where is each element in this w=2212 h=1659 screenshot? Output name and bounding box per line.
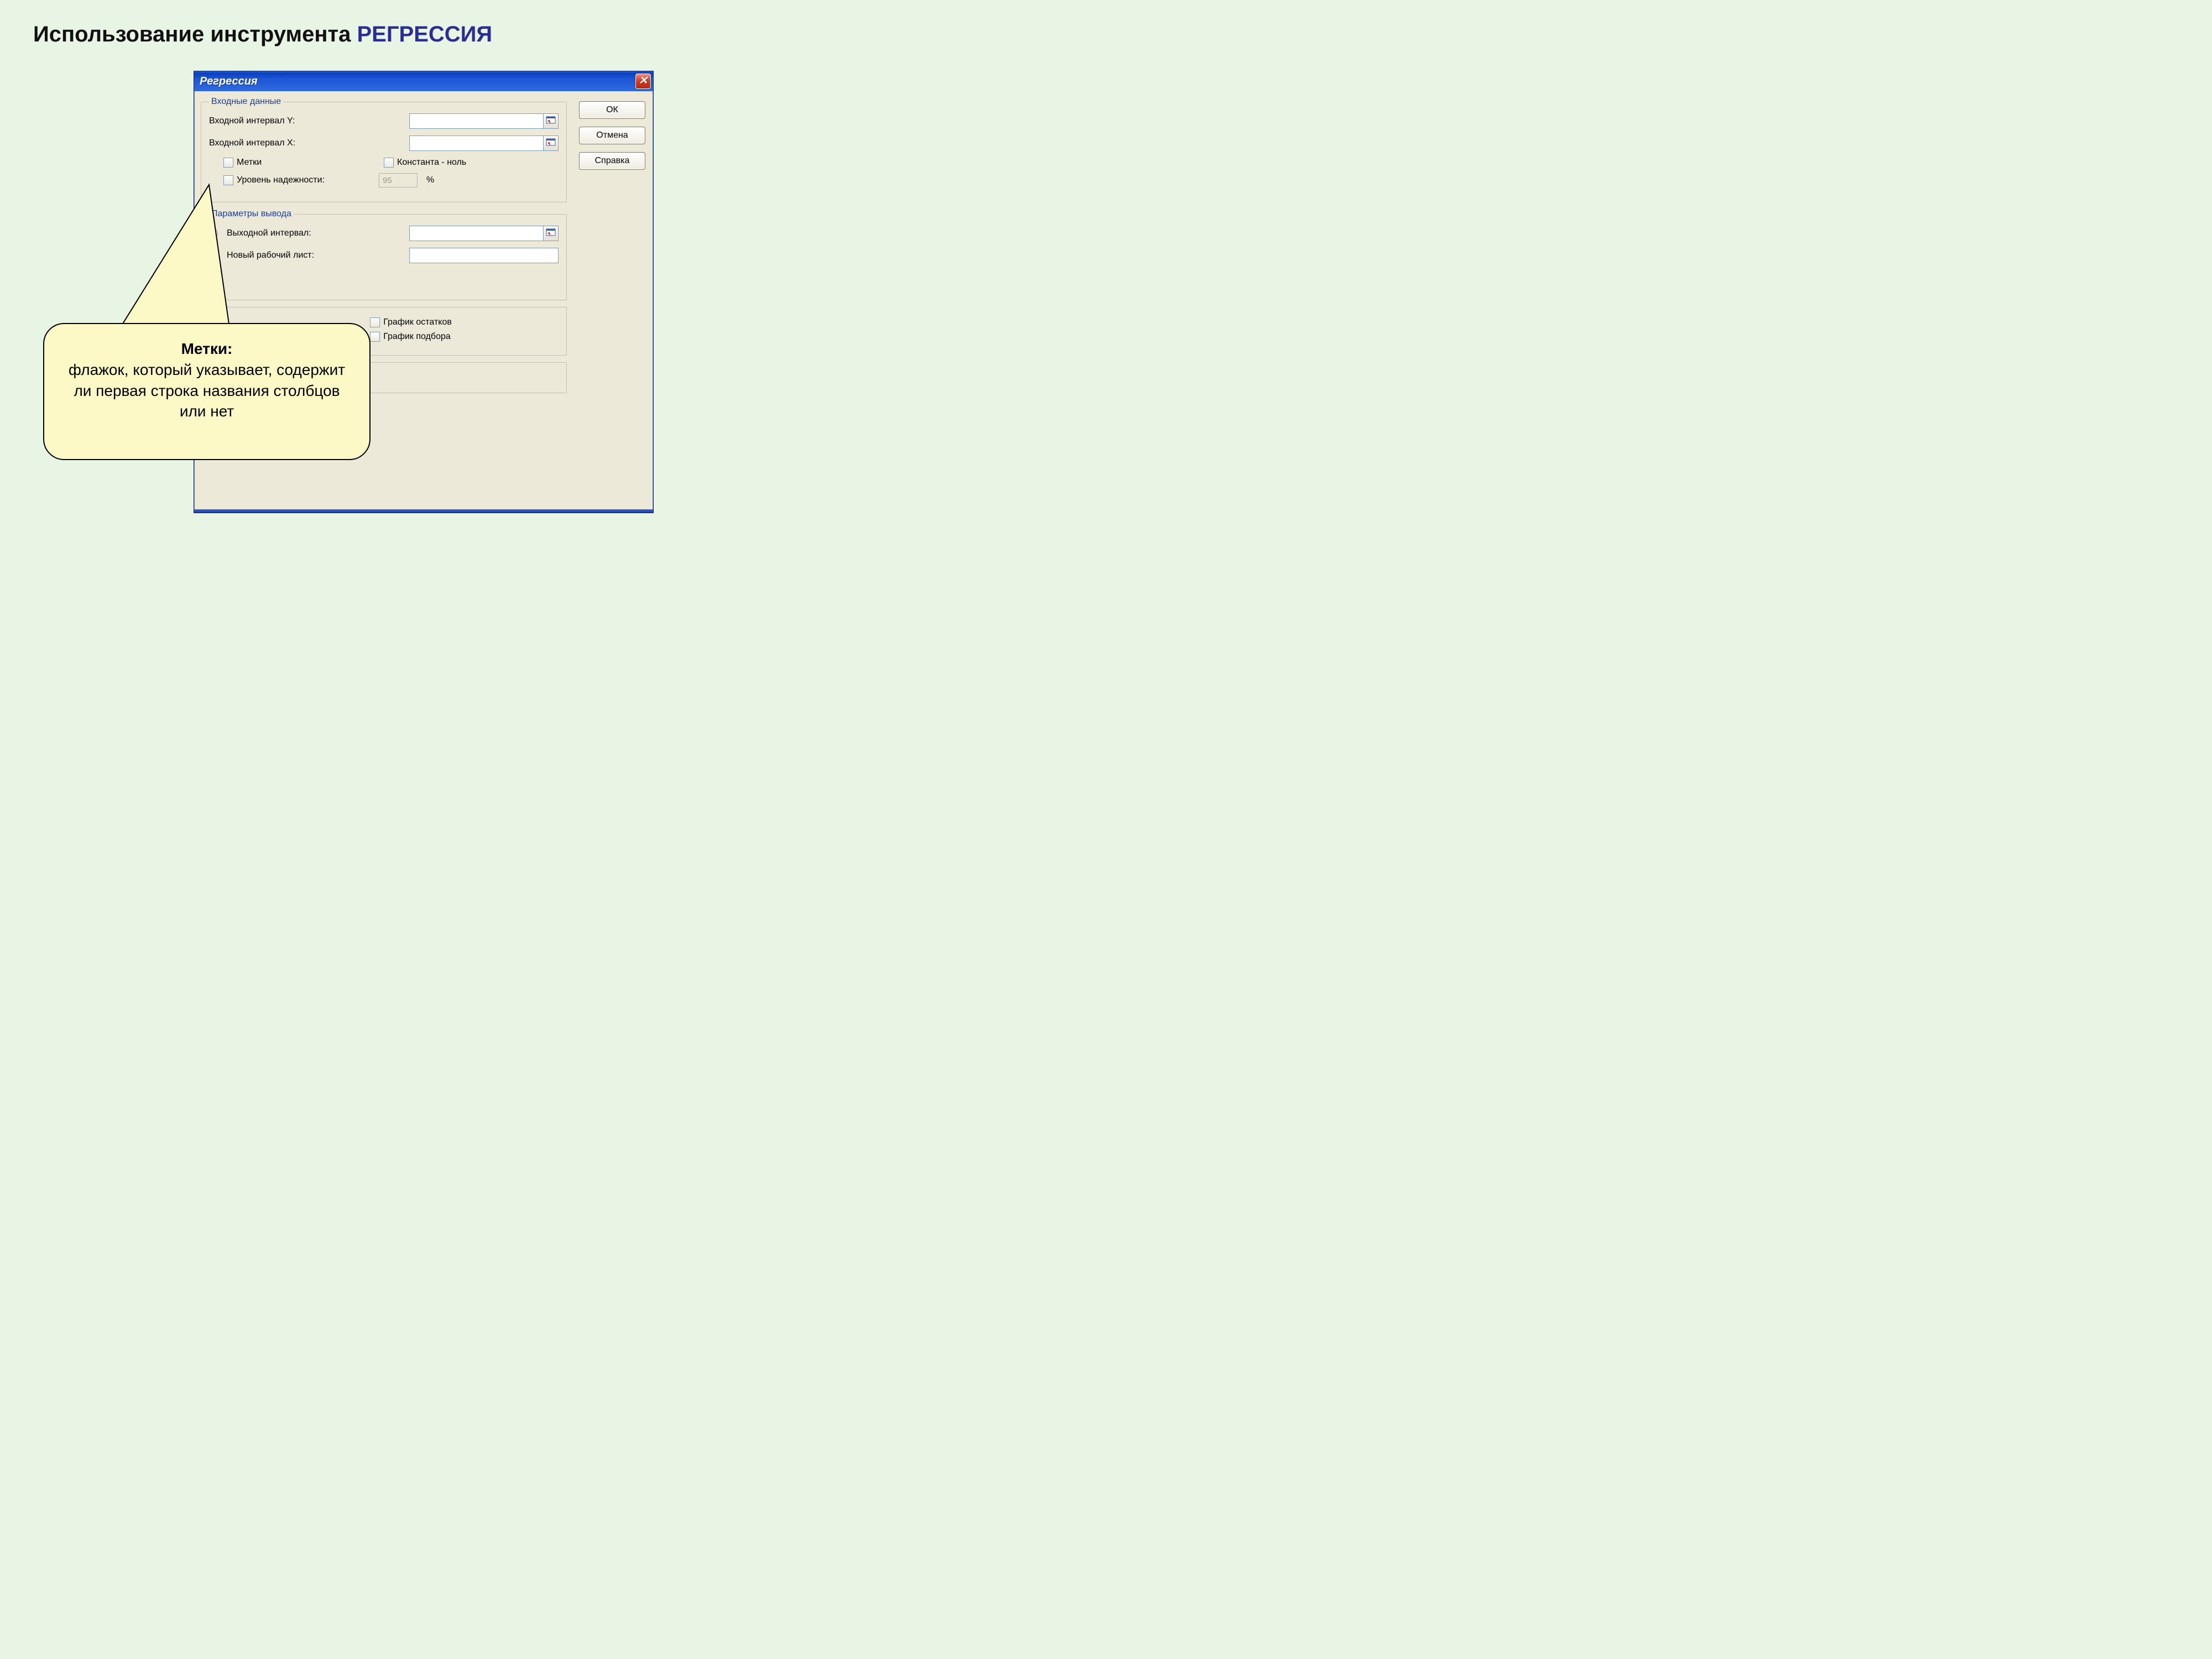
- radio-output-range[interactable]: [209, 229, 218, 238]
- ok-button[interactable]: ОК: [579, 101, 645, 119]
- output-range-field[interactable]: [409, 226, 543, 241]
- range-picker-icon: [546, 138, 556, 148]
- dialog-titlebar: Регрессия ✕: [194, 71, 653, 91]
- range-picker-icon: [546, 116, 556, 126]
- checkbox-resid-plot-pair: График остатков: [370, 317, 452, 327]
- group-input-legend: Входные данные: [209, 97, 283, 107]
- checkbox-const-zero-text: Константа - ноль: [397, 158, 466, 168]
- refedit-y: [409, 113, 559, 129]
- checkbox-const-zero-pair: Константа - ноль: [384, 158, 559, 168]
- row-new-sheet: Новый рабочий лист:: [209, 248, 559, 263]
- row-confidence: Уровень надежности: %: [209, 173, 559, 187]
- checkbox-fit-plot[interactable]: [370, 332, 380, 342]
- close-icon: ✕: [639, 75, 648, 87]
- checkbox-fit-plot-text: График подбора: [383, 332, 451, 342]
- confidence-value-field: [379, 173, 418, 187]
- range-picker-y[interactable]: [543, 113, 559, 129]
- checkbox-labels[interactable]: [223, 158, 233, 168]
- input-x-field[interactable]: [409, 135, 543, 151]
- group-output-legend: Параметры вывода: [209, 209, 294, 219]
- range-picker-output[interactable]: [543, 226, 559, 241]
- row-labels-const: Метки Константа - ноль: [209, 158, 559, 168]
- checkbox-confidence-pair: Уровень надежности:: [223, 175, 325, 185]
- slide-title-accent: РЕГРЕССИЯ: [357, 22, 493, 46]
- cancel-button[interactable]: Отмена: [579, 127, 645, 144]
- callout-box: Метки: флажок, который указывает, содерж…: [43, 323, 371, 460]
- checkbox-labels-text: Метки: [237, 158, 262, 168]
- range-picker-icon: [546, 228, 556, 238]
- group-input-data: Входные данные Входной интервал Y:: [201, 97, 567, 202]
- percent-sign: %: [426, 175, 434, 185]
- checkbox-labels-pair: Метки: [209, 158, 384, 168]
- new-sheet-name-field[interactable]: [409, 248, 559, 263]
- checkbox-resid-plot[interactable]: [370, 317, 380, 327]
- checkbox-confidence[interactable]: [223, 175, 233, 185]
- callout-heading: Метки:: [181, 340, 233, 357]
- help-button[interactable]: Справка: [579, 152, 645, 170]
- checkbox-confidence-text: Уровень надежности:: [237, 175, 325, 185]
- callout-body: флажок, который указывает, содержит ли п…: [69, 361, 345, 420]
- slide-title: Использование инструмента РЕГРЕССИЯ: [33, 22, 492, 47]
- group-output-params: Параметры вывода Выходной интервал:: [201, 209, 567, 300]
- label-input-x: Входной интервал X:: [209, 138, 295, 148]
- refedit-x: [409, 135, 559, 151]
- dialog-side-column: ОК Отмена Справка: [579, 101, 645, 170]
- callout-labels-tooltip: Метки: флажок, который указывает, содерж…: [43, 323, 371, 460]
- slide-title-plain: Использование инструмента: [33, 22, 357, 46]
- dialog-bottom-edge: [194, 509, 653, 513]
- row-input-x: Входной интервал X:: [209, 135, 559, 151]
- refedit-output: [409, 226, 559, 241]
- label-output-range: Выходной интервал:: [227, 228, 311, 238]
- checkbox-fit-plot-pair: График подбора: [370, 332, 452, 342]
- row-input-y: Входной интервал Y:: [209, 113, 559, 129]
- radio-new-sheet[interactable]: [209, 251, 218, 260]
- checkbox-const-zero[interactable]: [384, 158, 394, 168]
- dialog-title: Регрессия: [200, 75, 258, 88]
- input-y-field[interactable]: [409, 113, 543, 129]
- range-picker-x[interactable]: [543, 135, 559, 151]
- label-new-sheet: Новый рабочий лист:: [227, 251, 314, 260]
- checkbox-resid-plot-text: График остатков: [383, 317, 452, 327]
- row-output-range: Выходной интервал:: [209, 226, 559, 241]
- close-button[interactable]: ✕: [635, 74, 651, 89]
- label-input-y: Входной интервал Y:: [209, 116, 295, 126]
